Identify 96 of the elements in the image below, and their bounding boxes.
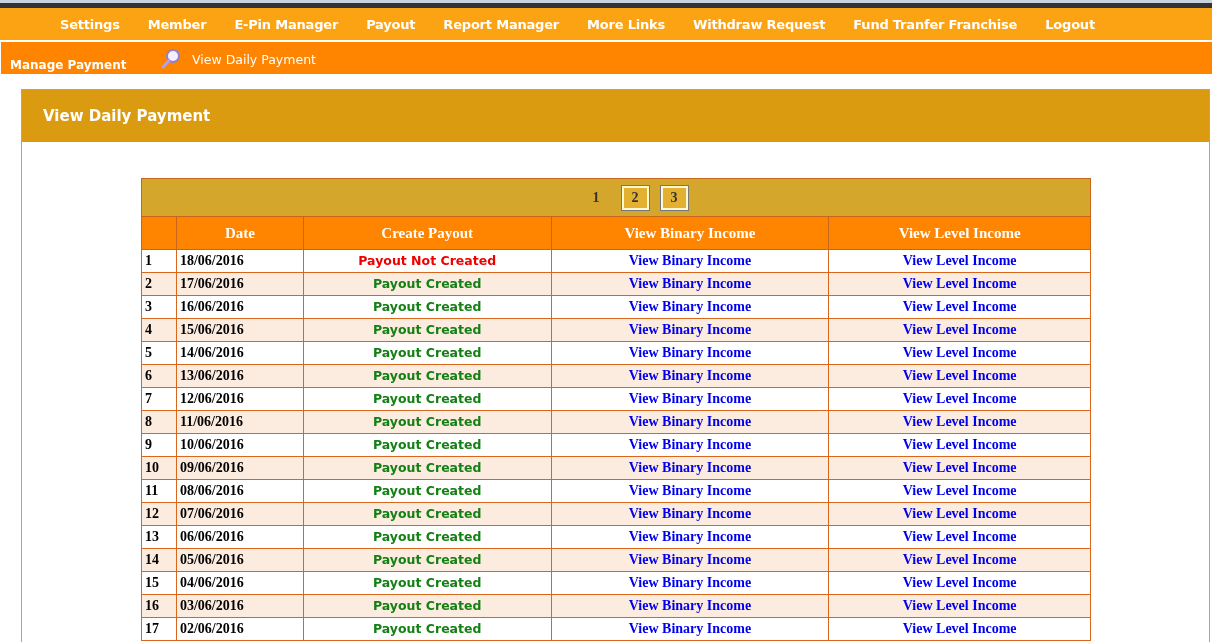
binary-income-link[interactable]: View Binary Income bbox=[628, 621, 752, 636]
column-header: View Binary Income bbox=[551, 216, 829, 250]
level-income-link[interactable]: View Level Income bbox=[902, 598, 1017, 613]
panel-title: View Daily Payment bbox=[22, 90, 1209, 142]
binary-income-link[interactable]: View Binary Income bbox=[628, 529, 752, 544]
date-cell: 09/06/2016 bbox=[176, 456, 304, 480]
date-cell: 03/06/2016 bbox=[176, 594, 304, 618]
row-number: 17 bbox=[141, 617, 177, 641]
level-income-link[interactable]: View Level Income bbox=[902, 276, 1017, 291]
column-header bbox=[141, 216, 177, 250]
date-cell: 14/06/2016 bbox=[176, 341, 304, 365]
row-number: 16 bbox=[141, 594, 177, 618]
level-income-link[interactable]: View Level Income bbox=[902, 621, 1017, 636]
date-cell: 05/06/2016 bbox=[176, 548, 304, 572]
row-number: 9 bbox=[141, 433, 177, 457]
binary-income-link[interactable]: View Binary Income bbox=[628, 414, 752, 429]
row-number: 8 bbox=[141, 410, 177, 434]
row-number: 12 bbox=[141, 502, 177, 526]
payout-status: Payout Created bbox=[372, 437, 482, 452]
binary-income-link[interactable]: View Binary Income bbox=[628, 598, 752, 613]
row-number: 13 bbox=[141, 525, 177, 549]
binary-income-link[interactable]: View Binary Income bbox=[628, 345, 752, 360]
level-income-link[interactable]: View Level Income bbox=[902, 437, 1017, 452]
level-income-link[interactable]: View Level Income bbox=[902, 322, 1017, 337]
level-income-link[interactable]: View Level Income bbox=[902, 368, 1017, 383]
row-number: 1 bbox=[141, 249, 177, 273]
level-income-link[interactable]: View Level Income bbox=[902, 253, 1017, 268]
level-income-link[interactable]: View Level Income bbox=[902, 345, 1017, 360]
payout-status: Payout Created bbox=[372, 460, 482, 475]
date-cell: 08/06/2016 bbox=[176, 479, 304, 503]
payout-status: Payout Created bbox=[372, 391, 482, 406]
binary-income-link[interactable]: View Binary Income bbox=[628, 276, 752, 291]
date-cell: 11/06/2016 bbox=[176, 410, 304, 434]
binary-income-link[interactable]: View Binary Income bbox=[628, 483, 752, 498]
date-cell: 18/06/2016 bbox=[176, 249, 304, 273]
row-number: 4 bbox=[141, 318, 177, 342]
date-cell: 04/06/2016 bbox=[176, 571, 304, 595]
row-number: 14 bbox=[141, 548, 177, 572]
binary-income-link[interactable]: View Binary Income bbox=[628, 552, 752, 567]
date-cell: 15/06/2016 bbox=[176, 318, 304, 342]
column-header: View Level Income bbox=[828, 216, 1091, 250]
payout-status: Payout Created bbox=[372, 276, 482, 291]
row-number: 10 bbox=[141, 456, 177, 480]
magnifier-icon bbox=[160, 48, 182, 70]
level-income-link[interactable]: View Level Income bbox=[902, 552, 1017, 567]
section-title: Manage Payment bbox=[9, 58, 128, 74]
level-income-link[interactable]: View Level Income bbox=[902, 299, 1017, 314]
level-income-link[interactable]: View Level Income bbox=[902, 414, 1017, 429]
date-cell: 02/06/2016 bbox=[176, 617, 304, 641]
payout-status: Payout Created bbox=[372, 483, 482, 498]
date-cell: 06/06/2016 bbox=[176, 525, 304, 549]
payout-status: Payout Created bbox=[372, 299, 482, 314]
level-income-link[interactable]: View Level Income bbox=[902, 483, 1017, 498]
payout-status: Payout Created bbox=[372, 414, 482, 429]
date-cell: 16/06/2016 bbox=[176, 295, 304, 319]
row-number: 5 bbox=[141, 341, 177, 365]
level-income-link[interactable]: View Level Income bbox=[902, 575, 1017, 590]
binary-income-link[interactable]: View Binary Income bbox=[628, 460, 752, 475]
payout-status: Payout Created bbox=[372, 368, 482, 383]
level-income-link[interactable]: View Level Income bbox=[902, 506, 1017, 521]
payout-status: Payout Created bbox=[372, 575, 482, 590]
level-income-link[interactable]: View Level Income bbox=[902, 391, 1017, 406]
payout-status: Payout Created bbox=[372, 506, 482, 521]
binary-income-link[interactable]: View Binary Income bbox=[628, 506, 752, 521]
page-link[interactable]: 3 bbox=[660, 185, 688, 210]
row-number: 7 bbox=[141, 387, 177, 411]
binary-income-link[interactable]: View Binary Income bbox=[628, 368, 752, 383]
payout-status: Payout Not Created bbox=[358, 253, 497, 268]
row-number: 2 bbox=[141, 272, 177, 296]
payout-status: Payout Created bbox=[372, 621, 482, 636]
row-number: 3 bbox=[141, 295, 177, 319]
payout-status: Payout Created bbox=[372, 529, 482, 544]
level-income-link[interactable]: View Level Income bbox=[902, 529, 1017, 544]
payout-status: Payout Created bbox=[372, 552, 482, 567]
column-header: Date bbox=[176, 216, 304, 250]
date-cell: 07/06/2016 bbox=[176, 502, 304, 526]
row-number: 11 bbox=[141, 479, 177, 503]
binary-income-link[interactable]: View Binary Income bbox=[628, 253, 752, 268]
binary-income-link[interactable]: View Binary Income bbox=[628, 575, 752, 590]
date-cell: 13/06/2016 bbox=[176, 364, 304, 388]
date-cell: 12/06/2016 bbox=[176, 387, 304, 411]
payout-status: Payout Created bbox=[372, 345, 482, 360]
binary-income-link[interactable]: View Binary Income bbox=[628, 437, 752, 452]
page-link[interactable]: 1 bbox=[582, 185, 610, 210]
binary-income-link[interactable]: View Binary Income bbox=[628, 322, 752, 337]
binary-income-link[interactable]: View Binary Income bbox=[628, 299, 752, 314]
payout-status: Payout Created bbox=[372, 598, 482, 613]
row-number: 15 bbox=[141, 571, 177, 595]
date-cell: 10/06/2016 bbox=[176, 433, 304, 457]
payout-status: Payout Created bbox=[372, 322, 482, 337]
date-cell: 17/06/2016 bbox=[176, 272, 304, 296]
column-header: Create Payout bbox=[303, 216, 552, 250]
page-link[interactable]: 2 bbox=[621, 185, 649, 210]
level-income-link[interactable]: View Level Income bbox=[902, 460, 1017, 475]
row-number: 6 bbox=[141, 364, 177, 388]
binary-income-link[interactable]: View Binary Income bbox=[628, 391, 752, 406]
